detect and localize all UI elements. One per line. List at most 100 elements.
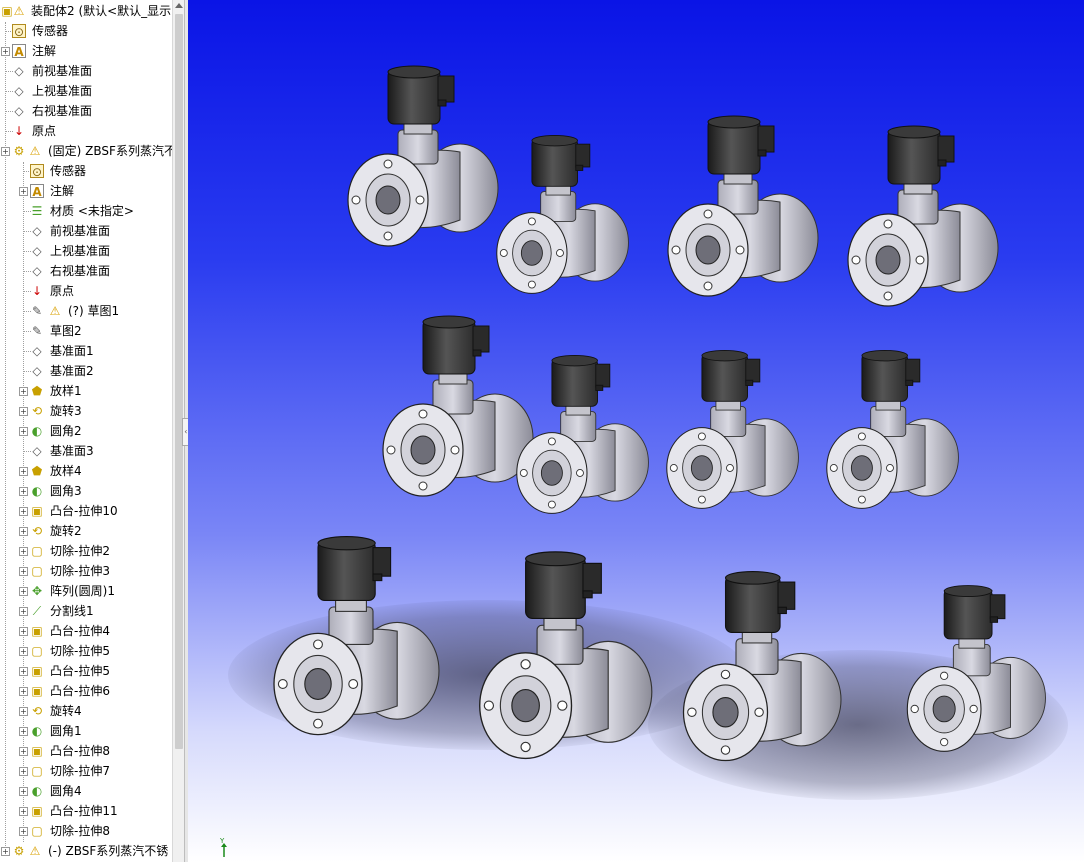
tree-item[interactable]: + ⟲ 旋转4 <box>0 701 172 721</box>
sketch-icon: ✎ <box>31 304 43 318</box>
tree-item[interactable]: + ▢ 切除-拉伸3 <box>0 561 172 581</box>
tree-item[interactable]: + ◐ 圆角4 <box>0 781 172 801</box>
expand-toggle-icon[interactable]: + <box>19 547 28 556</box>
graphics-viewport[interactable]: Y <box>188 0 1084 862</box>
tree-item[interactable]: ⊙ 传感器 <box>0 21 172 41</box>
tree-item-label: 前视基准面 <box>32 64 93 78</box>
expand-toggle-icon[interactable]: + <box>19 487 28 496</box>
expand-toggle-icon[interactable]: + <box>19 627 28 636</box>
tree-item[interactable]: + ▢ 切除-拉伸2 <box>0 541 172 561</box>
expand-toggle-icon[interactable]: + <box>19 747 28 756</box>
tree-item[interactable]: ✎ 草图2 <box>0 321 172 341</box>
tree-item[interactable]: + ⟲ 旋转3 <box>0 401 172 421</box>
tree-item[interactable]: + ⚙ ⚠ (固定) ZBSF系列蒸汽不 <box>0 141 172 161</box>
expand-toggle-icon[interactable]: + <box>19 467 28 476</box>
tree-item[interactable]: + ⬟ 放样1 <box>0 381 172 401</box>
plane-icon: ◇ <box>32 364 42 378</box>
tree-item-label: 放样1 <box>50 384 82 398</box>
expand-toggle-icon[interactable]: + <box>19 407 28 416</box>
expand-toggle-icon[interactable]: + <box>19 707 28 716</box>
tree-item[interactable]: ◇ 基准面3 <box>0 441 172 461</box>
tree-item[interactable]: + ⟲ 旋转2 <box>0 521 172 541</box>
tree-item[interactable]: + ▣ 凸台-拉伸4 <box>0 621 172 641</box>
tree-item[interactable]: ✎ ⚠ (?) 草图1 <box>0 301 172 321</box>
tree-item[interactable]: + ◐ 圆角1 <box>0 721 172 741</box>
expand-toggle-icon[interactable]: + <box>19 667 28 676</box>
tree-item[interactable]: ◇ 基准面2 <box>0 361 172 381</box>
tree-item[interactable]: + ◐ 圆角2 <box>0 421 172 441</box>
tree-item[interactable]: + ▣ 凸台-拉伸5 <box>0 661 172 681</box>
tree-item-label: 右视基准面 <box>32 104 93 118</box>
expand-toggle-icon[interactable]: + <box>19 187 28 196</box>
expand-toggle-icon[interactable]: + <box>19 767 28 776</box>
solenoid-valve-model[interactable] <box>818 345 976 512</box>
warning-icon: ⚠ <box>49 304 61 318</box>
tree-item[interactable]: + ✥ 阵列(圆周)1 <box>0 581 172 601</box>
tree-item[interactable]: ◇ 上视基准面 <box>0 81 172 101</box>
tree-item[interactable]: + ▢ 切除-拉伸7 <box>0 761 172 781</box>
tree-item[interactable]: ↓ 原点 <box>0 121 172 141</box>
tree-item[interactable]: + ⚙ ⚠ (-) ZBSF系列蒸汽不锈 <box>0 841 172 861</box>
tree-item[interactable]: ↓ 原点 <box>0 281 172 301</box>
tree-item[interactable]: + ▣ 凸台-拉伸11 <box>0 801 172 821</box>
expand-toggle-icon[interactable]: + <box>19 507 28 516</box>
tree-item[interactable]: + ⬟ 放样4 <box>0 461 172 481</box>
solenoid-valve-model[interactable] <box>263 530 461 739</box>
expand-toggle-icon[interactable]: + <box>19 587 28 596</box>
tree-root-label: 装配体2 (默认<默认_显示 <box>31 4 172 18</box>
tree-item[interactable]: ⊙ 传感器 <box>0 161 172 181</box>
expand-toggle-icon[interactable]: + <box>19 647 28 656</box>
tree-item[interactable]: + A 注解 <box>0 41 172 61</box>
tree-item[interactable]: + ▣ 凸台-拉伸8 <box>0 741 172 761</box>
solenoid-valve-model[interactable] <box>658 345 816 512</box>
tree-item[interactable]: + ▣ 凸台-拉伸6 <box>0 681 172 701</box>
expand-toggle-icon[interactable]: + <box>19 387 28 396</box>
expand-toggle-icon[interactable]: + <box>19 527 28 536</box>
expand-toggle-icon[interactable]: + <box>1 847 10 856</box>
tree-item[interactable]: ◇ 上视基准面 <box>0 241 172 261</box>
expand-toggle-icon[interactable]: + <box>1 147 10 156</box>
revolve-icon: ⟲ <box>31 524 43 538</box>
tree-item-label: 旋转3 <box>50 404 82 418</box>
tree-item[interactable]: ◇ 右视基准面 <box>0 101 172 121</box>
solenoid-valve-model[interactable] <box>658 110 838 300</box>
expand-toggle-icon[interactable]: + <box>19 787 28 796</box>
tree-item[interactable]: + A 注解 <box>0 181 172 201</box>
tree-item[interactable]: ◇ 前视基准面 <box>0 221 172 241</box>
expand-toggle-icon[interactable]: + <box>19 807 28 816</box>
expand-toggle-icon[interactable]: + <box>19 607 28 616</box>
solenoid-valve-model[interactable] <box>488 130 646 297</box>
annotation-icon: A <box>12 44 26 59</box>
tree-item-label: 原点 <box>50 284 75 298</box>
tree-item[interactable]: + ▢ 切除-拉伸8 <box>0 821 172 841</box>
solenoid-valve-model[interactable] <box>898 580 1064 755</box>
expand-toggle-icon[interactable]: + <box>19 727 28 736</box>
tree-item[interactable]: ◇ 前视基准面 <box>0 61 172 81</box>
scroll-up-icon[interactable] <box>175 3 183 8</box>
sensor-icon: ⊙ <box>12 24 26 39</box>
expand-toggle-icon[interactable]: + <box>19 567 28 576</box>
solenoid-valve-model[interactable] <box>673 565 862 765</box>
boss-extrude-icon: ▣ <box>31 664 43 678</box>
revolve-icon: ⟲ <box>31 704 43 718</box>
tree-item[interactable]: + ▣ 凸台-拉伸10 <box>0 501 172 521</box>
plane-icon: ◇ <box>32 444 42 458</box>
loft-icon: ⬟ <box>31 384 43 398</box>
part-icon: ⚙ <box>13 144 25 158</box>
tree-item[interactable]: ◇ 右视基准面 <box>0 261 172 281</box>
solenoid-valve-model[interactable] <box>508 350 666 517</box>
scrollbar-thumb[interactable] <box>175 14 183 749</box>
expand-toggle-icon[interactable]: + <box>19 827 28 836</box>
tree-root[interactable]: ▣ ⚠ 装配体2 (默认<默认_显示 <box>0 1 172 21</box>
tree-item[interactable]: + ◐ 圆角3 <box>0 481 172 501</box>
tree-item[interactable]: ☰ 材质 <未指定> <box>0 201 172 221</box>
solenoid-valve-model[interactable] <box>838 120 1018 310</box>
solenoid-valve-model[interactable] <box>468 545 675 763</box>
tree-item[interactable]: + ⟋ 分割线1 <box>0 601 172 621</box>
expand-toggle-icon[interactable]: + <box>1 47 10 56</box>
expand-toggle-icon[interactable]: + <box>19 427 28 436</box>
plane-icon: ◇ <box>32 224 42 238</box>
expand-toggle-icon[interactable]: + <box>19 687 28 696</box>
tree-item[interactable]: ◇ 基准面1 <box>0 341 172 361</box>
tree-item[interactable]: + ▢ 切除-拉伸5 <box>0 641 172 661</box>
